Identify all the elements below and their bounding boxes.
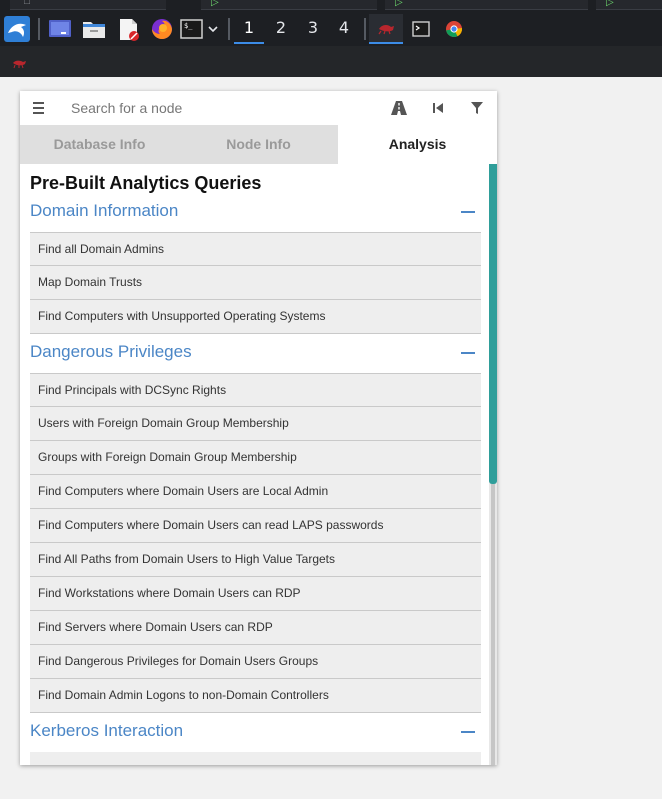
separator — [228, 18, 230, 40]
analysis-content: Pre-Built Analytics Queries Domain Infor… — [20, 164, 497, 765]
window-tab[interactable]: ▷ — [596, 0, 662, 10]
section-header-kerberos-interaction[interactable]: Kerberos Interaction — [30, 715, 481, 749]
filter-icon[interactable] — [467, 98, 487, 118]
query-row-partial[interactable] — [30, 752, 481, 765]
bloodhound-icon — [378, 24, 394, 35]
window-title-strip: □ ▷ ▷ ▷ — [0, 0, 662, 11]
collapse-icon[interactable] — [461, 731, 475, 733]
query-dangerous-privileges-groups[interactable]: Find Dangerous Privileges for Domain Use… — [30, 645, 481, 679]
show-desktop-icon[interactable] — [47, 16, 73, 42]
analysis-title: Pre-Built Analytics Queries — [30, 173, 262, 193]
text-editor-icon[interactable] — [115, 16, 141, 42]
query-domain-users-read-laps[interactable]: Find Computers where Domain Users can re… — [30, 509, 481, 543]
taskbar-app-bloodhound[interactable] — [369, 14, 403, 44]
file-manager-icon[interactable] — [81, 16, 107, 42]
pathfinding-road-icon[interactable] — [389, 98, 409, 118]
search-row — [20, 91, 497, 125]
section-header-dangerous-privileges[interactable]: Dangerous Privileges — [30, 336, 481, 370]
svg-text:$_: $_ — [184, 22, 193, 30]
section-header-domain-information[interactable]: Domain Information — [30, 195, 481, 229]
workspace-2[interactable]: 2 — [266, 14, 296, 44]
window-tab[interactable]: ▷ — [201, 0, 377, 10]
query-users-foreign-group[interactable]: Users with Foreign Domain Group Membersh… — [30, 407, 481, 441]
separator — [38, 18, 40, 40]
query-servers-rdp[interactable]: Find Servers where Domain Users can RDP — [30, 611, 481, 645]
bloodhound-side-panel: Database Info Node Info Analysis Pre-Bui… — [20, 91, 497, 765]
tab-analysis[interactable]: Analysis — [338, 125, 497, 164]
workspace-4[interactable]: 4 — [329, 14, 359, 44]
query-workstations-rdp[interactable]: Find Workstations where Domain Users can… — [30, 577, 481, 611]
search-input[interactable] — [68, 95, 368, 121]
collapse-icon[interactable] — [461, 211, 475, 213]
section-title: Kerberos Interaction — [30, 721, 184, 740]
query-paths-high-value[interactable]: Find All Paths from Domain Users to High… — [30, 543, 481, 577]
bottom-strip — [0, 799, 662, 811]
back-icon[interactable] — [428, 98, 448, 118]
chevron-down-icon[interactable] — [205, 16, 221, 42]
scrollbar-track-lower — [491, 484, 495, 765]
terminal-icon[interactable]: $_ — [179, 16, 205, 42]
scrollbar-thumb[interactable] — [489, 164, 497, 484]
panel-tabs: Database Info Node Info Analysis — [20, 125, 497, 164]
query-domain-users-local-admin[interactable]: Find Computers where Domain Users are Lo… — [30, 475, 481, 509]
query-find-all-domain-admins[interactable]: Find all Domain Admins — [30, 232, 481, 266]
section-title: Domain Information — [30, 201, 179, 220]
separator — [364, 18, 366, 40]
chrome-icon[interactable] — [441, 16, 467, 42]
app-title-bar — [0, 46, 662, 77]
firefox-icon[interactable] — [149, 16, 175, 42]
query-map-domain-trusts[interactable]: Map Domain Trusts — [30, 266, 481, 300]
collapse-icon[interactable] — [461, 352, 475, 354]
tab-database-info[interactable]: Database Info — [20, 125, 179, 164]
query-unsupported-os[interactable]: Find Computers with Unsupported Operatin… — [30, 300, 481, 334]
hamburger-menu-icon[interactable] — [31, 99, 47, 117]
terminal-window-icon[interactable] — [408, 16, 434, 42]
main-area: Database Info Node Info Analysis Pre-Bui… — [0, 77, 662, 811]
window-tab[interactable]: ▷ — [385, 0, 588, 10]
bloodhound-icon — [12, 56, 28, 69]
workspace-3[interactable]: 3 — [298, 14, 328, 44]
taskbar: □ ▷ ▷ ▷ $_ 1 2 3 4 — [0, 0, 662, 46]
workspace-1[interactable]: 1 — [234, 14, 264, 44]
window-tab[interactable]: □ — [10, 0, 166, 10]
kali-dragon-icon[interactable] — [4, 16, 30, 42]
section-title: Dangerous Privileges — [30, 342, 192, 361]
query-groups-foreign-group[interactable]: Groups with Foreign Domain Group Members… — [30, 441, 481, 475]
tab-node-info[interactable]: Node Info — [179, 125, 338, 164]
query-da-logons-non-dc[interactable]: Find Domain Admin Logons to non-Domain C… — [30, 679, 481, 713]
query-dcsync-rights[interactable]: Find Principals with DCSync Rights — [30, 373, 481, 407]
